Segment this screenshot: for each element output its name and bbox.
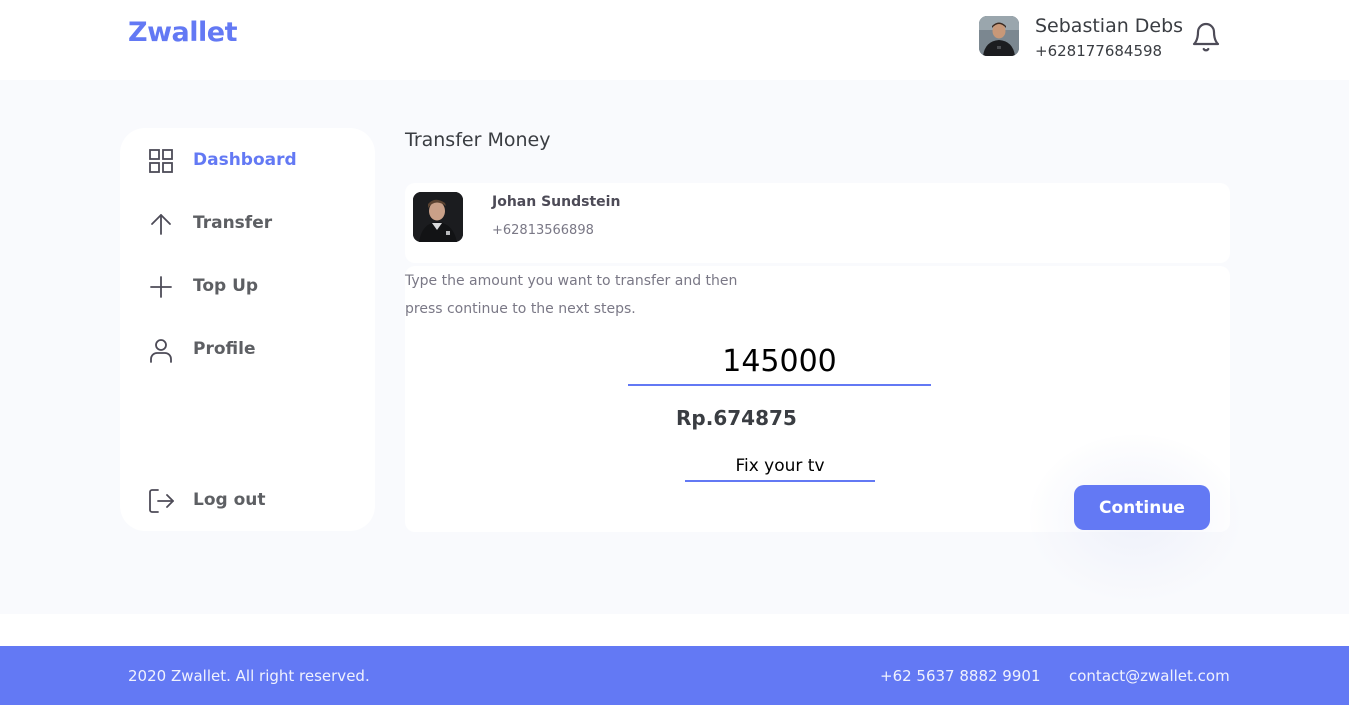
page-title: Transfer Money [405,129,551,151]
sidebar-item-label: Transfer [193,213,273,233]
receiver-card: Johan Sundstein +62813566898 [405,183,1230,263]
user-icon [148,337,174,363]
plus-icon [148,274,174,300]
arrow-up-icon [148,211,174,237]
sidebar-item-profile[interactable]: Profile [148,337,358,365]
notes-input[interactable] [685,452,875,482]
brand-logo[interactable]: Zwallet [128,17,237,48]
footer-email[interactable]: contact@zwallet.com [1069,667,1230,685]
sidebar-item-transfer[interactable]: Transfer [148,211,358,239]
balance-available: Rp.674875 [676,406,797,430]
sidebar-item-label: Dashboard [193,150,297,170]
user-avatar[interactable] [979,16,1019,56]
receiver-name: Johan Sundstein [492,194,621,210]
continue-button[interactable]: Continue [1074,485,1210,530]
sidebar-item-label: Profile [193,339,256,359]
logout-button[interactable]: Log out [148,488,358,516]
logout-label: Log out [193,490,266,510]
bell-icon[interactable] [1190,20,1222,54]
footer: 2020 Zwallet. All right reserved. +62 56… [0,646,1349,705]
logout-icon [148,488,174,514]
amount-input[interactable] [628,338,931,386]
sidebar-item-top-up[interactable]: Top Up [148,274,358,302]
footer-phone[interactable]: +62 5637 8882 9901 [880,667,1040,685]
sidebar: Dashboard Transfer Top Up Profile Log ou… [120,128,375,531]
instruction-text: Type the amount you want to transfer and… [405,273,738,317]
user-name: Sebastian Debs [1035,15,1184,37]
top-header: Zwallet Sebastian Debs +628177684598 [0,0,1349,80]
receiver-avatar [413,192,463,242]
user-phone: +628177684598 [1035,42,1163,60]
receiver-phone: +62813566898 [492,223,594,238]
grid-icon [148,148,174,174]
sidebar-item-label: Top Up [193,276,259,296]
footer-copyright: 2020 Zwallet. All right reserved. [128,667,370,685]
sidebar-item-dashboard[interactable]: Dashboard [148,148,358,176]
